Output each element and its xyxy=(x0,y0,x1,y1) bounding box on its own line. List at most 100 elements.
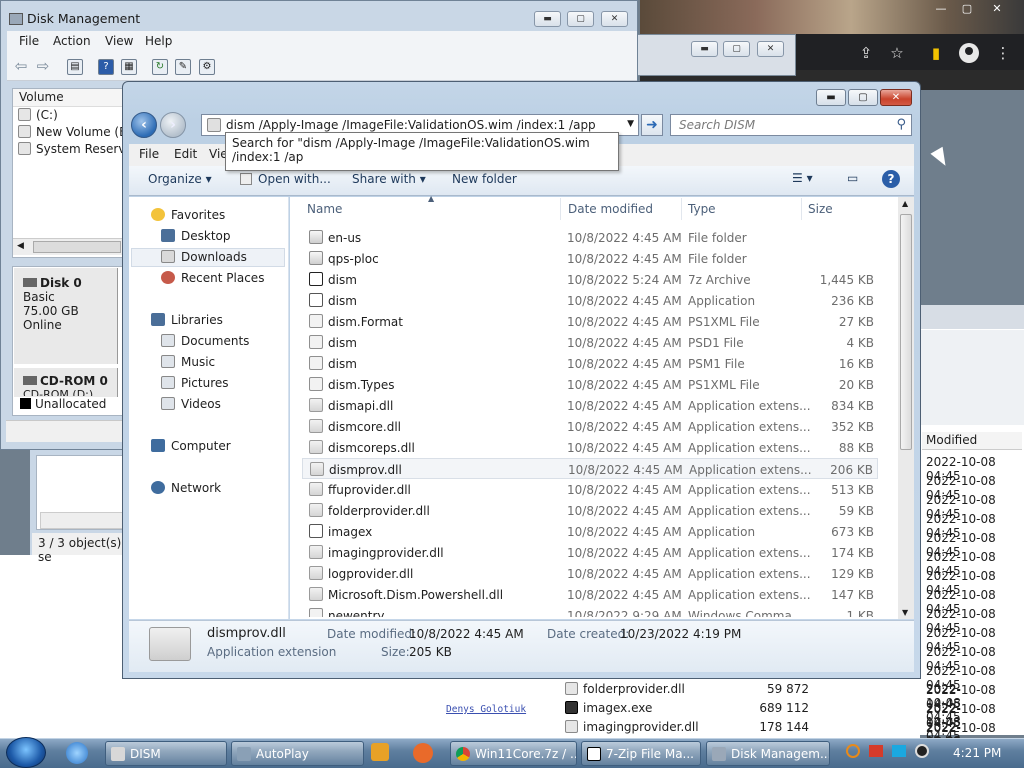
bg-maximize-button[interactable]: ▢ xyxy=(723,41,750,57)
nav-music[interactable]: Music xyxy=(161,355,215,369)
browser-menu-icon[interactable]: ⋮ xyxy=(993,43,1013,63)
browser-minimize-button[interactable]: — xyxy=(928,2,954,16)
file-row[interactable]: dism.Format 10/8/2022 4:45 AM PS1XML File 2… xyxy=(302,311,878,332)
taskbar-7zip[interactable]: 7-Zip File Ma... xyxy=(581,741,701,766)
preview-pane-icon[interactable]: ▭ xyxy=(847,171,858,185)
nav-downloads[interactable]: Downloads xyxy=(161,250,247,264)
open-with-button[interactable]: Open with... xyxy=(240,172,331,186)
volume-column-header[interactable]: Volume xyxy=(13,89,123,107)
share-with-button[interactable]: Share with ▾ xyxy=(352,172,426,186)
extension-icon[interactable]: ▮ xyxy=(926,43,946,63)
nav-libraries[interactable]: Libraries xyxy=(151,313,223,327)
taskbar-autoplay[interactable]: AutoPlay xyxy=(231,741,364,766)
file-row[interactable]: dismprov.dll 10/8/2022 4:45 AM Application… xyxy=(302,458,878,479)
file-row[interactable]: imagex 10/8/2022 4:45 AM Application 673 KB xyxy=(302,521,878,542)
column-size[interactable]: Size xyxy=(808,202,833,216)
internet-explorer-icon[interactable] xyxy=(66,742,88,764)
zip-modified-cell[interactable]: 2022-10-08 04:45 xyxy=(926,550,1024,578)
file-list-scroll-thumb[interactable] xyxy=(900,214,912,450)
display-tray-icon[interactable] xyxy=(892,745,906,757)
maximize-button[interactable]: ▢ xyxy=(567,11,594,27)
refresh-icon[interactable]: ↻ xyxy=(152,59,168,75)
media-player-icon[interactable] xyxy=(371,743,389,761)
search-tray-icon[interactable] xyxy=(846,744,860,758)
zip-list-row[interactable]: imagingprovider.dll178 1442022-10-08 04:… xyxy=(565,720,961,762)
volume-hscroll[interactable]: ◀ xyxy=(13,238,123,255)
nav-recent-places[interactable]: Recent Places xyxy=(161,271,264,285)
zip-modified-cell[interactable]: 2022-10-08 04:45 xyxy=(926,531,1024,559)
file-row[interactable]: dismapi.dll 10/8/2022 4:45 AM Application … xyxy=(302,395,878,416)
volume-item[interactable]: (C:) xyxy=(18,108,58,122)
scroll-up-icon[interactable]: ▲ xyxy=(902,199,908,208)
column-name[interactable]: Name xyxy=(307,202,342,216)
console-tree-icon[interactable]: ▤ xyxy=(67,59,83,75)
zip-modified-cell[interactable]: 2022-10-08 04:45 xyxy=(926,588,1024,616)
organize-button[interactable]: Organize ▾ xyxy=(148,172,212,186)
file-row[interactable]: folderprovider.dll 10/8/2022 4:45 AM Appli… xyxy=(302,500,878,521)
taskbar-dism[interactable]: DISM xyxy=(105,741,227,766)
menu-file[interactable]: File xyxy=(139,147,159,161)
explorer-maximize-button[interactable]: ▢ xyxy=(848,89,878,106)
nav-documents[interactable]: Documents xyxy=(161,334,249,348)
properties-icon[interactable]: ▦ xyxy=(121,59,137,75)
menu-edit[interactable]: Edit xyxy=(174,147,197,161)
zip-modified-cell[interactable]: 2022-10-08 04:45 xyxy=(926,569,1024,597)
file-row[interactable]: dismcore.dll 10/8/2022 4:45 AM Application… xyxy=(302,416,878,437)
menu-file[interactable]: File xyxy=(19,34,39,48)
column-date-modified[interactable]: Date modified xyxy=(568,202,653,216)
zip-list-row[interactable]: imagex.exe 689 112 2022-10-08 04:45 xyxy=(565,701,961,743)
file-row[interactable]: dism 10/8/2022 5:24 AM 7z Archive 1,445 KB xyxy=(302,269,878,290)
zip-modified-cell[interactable]: 2022-10-08 04:45 xyxy=(926,474,1024,502)
zip-modified-cell[interactable]: 2022-10-08 04:45 xyxy=(926,512,1024,540)
browser-close-button[interactable]: ✕ xyxy=(984,2,1010,16)
disk0-panel[interactable]: Disk 0 Basic 75.00 GB Online xyxy=(14,268,118,364)
forward-arrow-icon[interactable]: ⇨ xyxy=(35,59,51,75)
behind-window-scrollbar[interactable] xyxy=(40,512,125,529)
view-options-icon[interactable]: ☰ ▾ xyxy=(792,171,813,185)
taskbar-disk-management[interactable]: Disk Managem... xyxy=(706,741,830,766)
file-row[interactable]: en-us 10/8/2022 4:45 AM File folder xyxy=(302,227,878,248)
menu-view[interactable]: View xyxy=(105,34,133,48)
file-row[interactable]: Microsoft.Dism.Powershell.dll 10/8/2022 4… xyxy=(302,584,878,605)
menu-help[interactable]: Help xyxy=(145,34,172,48)
nav-network[interactable]: Network xyxy=(151,481,221,495)
back-arrow-icon[interactable]: ⇦ xyxy=(13,59,29,75)
zip-modified-cell[interactable]: 2022-10-08 04:45 xyxy=(926,664,1024,692)
chevron-down-icon[interactable]: ▼ xyxy=(627,119,634,129)
bg-minimize-button[interactable]: ▬ xyxy=(691,41,718,57)
zip-modified-header[interactable]: Modified xyxy=(922,432,1022,450)
new-folder-button[interactable]: New folder xyxy=(452,172,517,186)
nav-favorites[interactable]: Favorites xyxy=(151,208,225,222)
zip-modified-cell[interactable]: 2022-10-08 04:45 xyxy=(926,493,1024,521)
scroll-thumb[interactable] xyxy=(33,241,121,253)
flag-tray-icon[interactable] xyxy=(869,745,883,757)
minimize-button[interactable]: ▬ xyxy=(534,11,561,27)
zip-modified-cell[interactable]: 2022-10-08 04:45 xyxy=(926,645,1024,673)
cdrom-panel[interactable]: CD-ROM 0 CD-ROM (D:) xyxy=(14,368,118,398)
help-icon[interactable]: ? xyxy=(882,170,900,188)
file-row[interactable]: dism 10/8/2022 4:45 AM PSD1 File 4 KB xyxy=(302,332,878,353)
file-row[interactable]: newentry 10/8/2022 9:29 AM Windows Comma..… xyxy=(302,605,878,617)
clock[interactable]: 4:21 PM xyxy=(953,746,1001,760)
file-row[interactable]: dismcoreps.dll 10/8/2022 4:45 AM Applicati… xyxy=(302,437,878,458)
search-icon[interactable]: ⚲ xyxy=(896,117,906,132)
rescan-icon[interactable]: ✎ xyxy=(175,59,191,75)
zip-list-row[interactable]: folderprovider.dll 59 872 2022-10-08 04:45 xyxy=(565,682,961,724)
back-button[interactable]: ‹ xyxy=(131,112,157,138)
address-text[interactable]: dism /Apply-Image /ImageFile:ValidationO… xyxy=(226,118,596,132)
nav-computer[interactable]: Computer xyxy=(151,439,231,453)
browser-maximize-button[interactable]: ▢ xyxy=(954,2,980,16)
start-button[interactable] xyxy=(6,737,46,768)
watermark-link[interactable]: Denys Golotiuk xyxy=(446,704,526,715)
zip-modified-cell[interactable]: 2022-10-08 04:45 xyxy=(926,607,1024,635)
zip-modified-cell[interactable]: 2022-10-08 04:45 xyxy=(926,455,1024,483)
taskbar-chrome[interactable]: Win11Core.7z / ... xyxy=(450,741,577,766)
scroll-down-icon[interactable]: ▼ xyxy=(902,608,908,617)
nav-desktop[interactable]: Desktop xyxy=(161,229,231,243)
forward-button[interactable]: › xyxy=(160,112,186,138)
zip-modified-cell[interactable]: 2022-10-08 04:45 xyxy=(926,626,1024,654)
bookmark-star-icon[interactable]: ☆ xyxy=(887,43,907,63)
file-row[interactable]: dism 10/8/2022 4:45 AM Application 236 KB xyxy=(302,290,878,311)
nav-videos[interactable]: Videos xyxy=(161,397,221,411)
file-row[interactable]: dism 10/8/2022 4:45 AM PSM1 File 16 KB xyxy=(302,353,878,374)
